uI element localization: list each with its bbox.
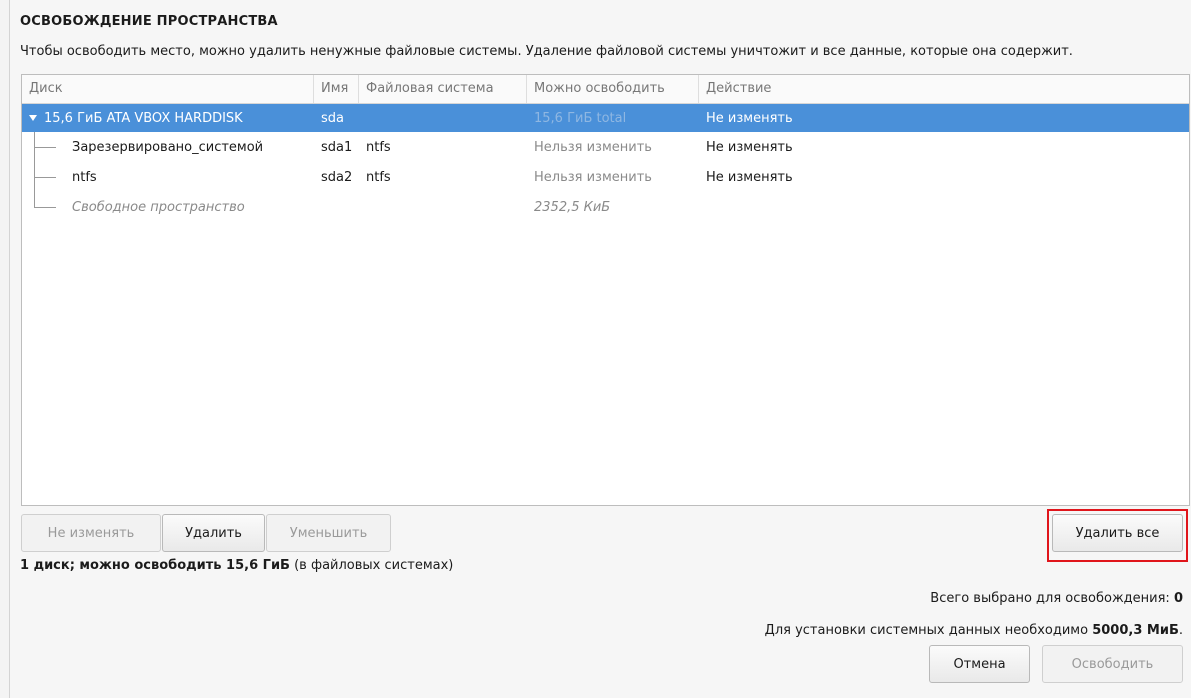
reclaim-summary: 1 диск; можно освободить 15,6 ГиБ (в фай… (20, 558, 453, 573)
required-suffix: . (1178, 623, 1183, 638)
highlight-box (1047, 509, 1188, 562)
table-row[interactable]: Зарезервировано_системой sda1 ntfs Нельз… (22, 132, 1189, 162)
partition-name: sda2 (321, 169, 353, 185)
column-header-name[interactable]: Имя (314, 75, 359, 103)
partition-name: sda1 (321, 139, 353, 155)
expander-down-icon[interactable] (29, 115, 37, 121)
reclaim-button[interactable]: Освободить (1042, 645, 1183, 683)
disk-name: sda (321, 110, 344, 126)
partition-filesystem: ntfs (366, 139, 391, 155)
free-space-size: 2352,5 КиБ (534, 199, 611, 215)
disk-label: 15,6 ГиБ ATA VBOX HARDDISK (44, 110, 243, 126)
total-label: Всего выбрано для освобождения: (930, 591, 1174, 606)
required-label: Для установки системных данных необходим… (764, 623, 1093, 638)
partition-reclaimable: Нельзя изменить (534, 139, 652, 155)
summary-rest: (в файловых системах) (289, 558, 454, 573)
column-header-filesystem[interactable]: Файловая система (359, 75, 527, 103)
partition-label: Зарезервировано_системой (72, 139, 264, 155)
summary-bold: 1 диск; можно освободить 15,6 ГиБ (20, 558, 290, 573)
disk-action: Не изменять (706, 110, 793, 126)
required-value: 5000,3 МиБ (1092, 623, 1179, 638)
tree-line (34, 177, 56, 178)
tree-line (34, 192, 35, 208)
cancel-button[interactable]: Отмена (929, 645, 1030, 683)
column-header-action[interactable]: Действие (699, 75, 1189, 103)
total-selected: Всего выбрано для освобождения: 0 (930, 591, 1183, 606)
delete-button[interactable]: Удалить (162, 514, 265, 552)
table-row[interactable]: ntfs sda2 ntfs Нельзя изменить Не изменя… (22, 162, 1189, 192)
dialog-title: ОСВОБОЖДЕНИЕ ПРОСТРАНСТВА (20, 14, 278, 29)
partition-action: Не изменять (706, 169, 793, 185)
table-header: Диск Имя Файловая система Можно освободи… (22, 75, 1189, 104)
free-space-label: Свободное пространство (72, 199, 245, 215)
column-header-reclaimable[interactable]: Можно освободить (527, 75, 699, 103)
required-space: Для установки системных данных необходим… (765, 623, 1183, 638)
total-value: 0 (1173, 591, 1183, 606)
partition-reclaimable: Нельзя изменить (534, 169, 652, 185)
shrink-button[interactable]: Уменьшить (266, 514, 391, 552)
dialog-description: Чтобы освободить место, можно удалить не… (20, 44, 1073, 59)
tree-line (34, 207, 56, 208)
window-left-edge (0, 0, 10, 698)
disk-reclaimable: 15,6 ГиБ total (534, 110, 627, 126)
preserve-button[interactable]: Не изменять (21, 514, 161, 552)
reclaim-space-dialog: ОСВОБОЖДЕНИЕ ПРОСТРАНСТВА Чтобы освободи… (10, 0, 1191, 698)
table-row-disk[interactable]: 15,6 ГиБ ATA VBOX HARDDISK sda 15,6 ГиБ … (22, 104, 1189, 132)
column-header-disk[interactable]: Диск (22, 75, 314, 103)
tree-line (34, 147, 56, 148)
partition-label: ntfs (72, 169, 97, 185)
disk-table: Диск Имя Файловая система Можно освободи… (21, 74, 1190, 506)
table-row[interactable]: Свободное пространство 2352,5 КиБ (22, 192, 1189, 222)
partition-filesystem: ntfs (366, 169, 391, 185)
partition-action: Не изменять (706, 139, 793, 155)
